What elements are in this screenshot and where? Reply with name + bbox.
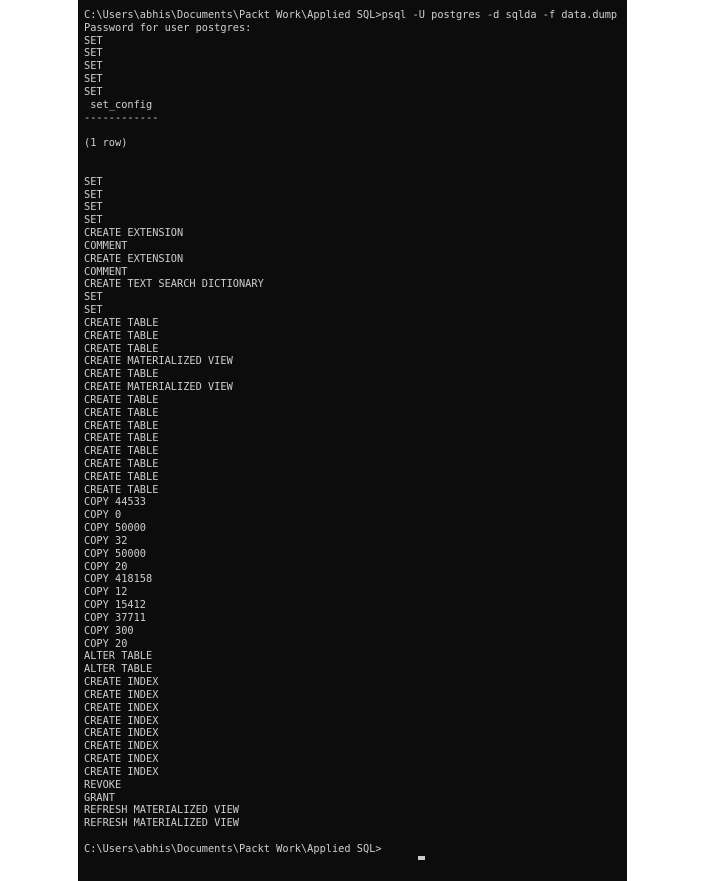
terminal-line: C:\Users\abhis\Documents\Packt Work\Appl… — [84, 842, 382, 855]
terminal-line: COMMENT — [84, 239, 128, 252]
terminal-line: SET — [84, 73, 103, 86]
terminal-line: COMMENT — [84, 265, 128, 278]
terminal-line: REVOKE — [84, 778, 122, 791]
terminal-line: SET — [84, 201, 103, 214]
terminal-line: SET — [84, 188, 103, 201]
terminal-line: SET — [84, 291, 103, 304]
terminal-cursor — [418, 856, 425, 860]
terminal-line: CREATE INDEX — [84, 753, 159, 766]
terminal-line: CREATE TEXT SEARCH DICTIONARY — [84, 278, 264, 291]
terminal-output: C:\Users\abhis\Documents\Packt Work\Appl… — [84, 9, 624, 856]
terminal-line: CREATE INDEX — [84, 688, 159, 701]
terminal-line: SET — [84, 175, 103, 188]
terminal-line: GRANT — [84, 791, 115, 804]
terminal-line: CREATE INDEX — [84, 740, 159, 753]
terminal-line: COPY 32 — [84, 534, 128, 547]
terminal-line: ------------ — [84, 111, 159, 124]
terminal-line: COPY 20 — [84, 560, 128, 573]
terminal-line: REFRESH MATERIALIZED VIEW — [84, 804, 239, 817]
terminal-line: COPY 50000 — [84, 522, 146, 535]
terminal-line: set_config — [84, 98, 153, 111]
terminal-line: CREATE TABLE — [84, 445, 159, 458]
terminal-line: CREATE INDEX — [84, 701, 159, 714]
terminal-line: CREATE INDEX — [84, 676, 159, 689]
terminal-line: ALTER TABLE — [84, 663, 153, 676]
terminal-line: COPY 418158 — [84, 573, 153, 586]
terminal-line: SET — [84, 60, 103, 73]
page-root: C:\Users\abhis\Documents\Packt Work\Appl… — [0, 0, 710, 881]
terminal-line: CREATE INDEX — [84, 727, 159, 740]
terminal-line: COPY 37711 — [84, 611, 146, 624]
terminal-line: CREATE EXTENSION — [84, 252, 184, 265]
terminal-line: COPY 20 — [84, 637, 128, 650]
terminal-line: CREATE TABLE — [84, 406, 159, 419]
terminal-line: Password for user postgres: — [84, 21, 252, 34]
terminal-line: CREATE TABLE — [84, 483, 159, 496]
terminal-line: COPY 15412 — [84, 599, 146, 612]
terminal-line: CREATE TABLE — [84, 368, 159, 381]
terminal-line: COPY 12 — [84, 586, 128, 599]
terminal-line: CREATE MATERIALIZED VIEW — [84, 355, 233, 368]
terminal-line: CREATE MATERIALIZED VIEW — [84, 381, 233, 394]
terminal-line: CREATE INDEX — [84, 765, 159, 778]
terminal-line: CREATE TABLE — [84, 457, 159, 470]
terminal-window[interactable]: C:\Users\abhis\Documents\Packt Work\Appl… — [78, 0, 627, 881]
terminal-line: CREATE INDEX — [84, 714, 159, 727]
terminal-line: CREATE EXTENSION — [84, 227, 184, 240]
terminal-line: CREATE TABLE — [84, 342, 159, 355]
terminal-line: C:\Users\abhis\Documents\Packt Work\Appl… — [84, 9, 618, 21]
terminal-line: COPY 50000 — [84, 547, 146, 560]
terminal-line: CREATE TABLE — [84, 470, 159, 483]
terminal-line: CREATE TABLE — [84, 329, 159, 342]
terminal-line: CREATE TABLE — [84, 393, 159, 406]
terminal-line: CREATE TABLE — [84, 316, 159, 329]
terminal-line: SET — [84, 304, 103, 317]
terminal-line: SET — [84, 34, 103, 47]
terminal-line: SET — [84, 47, 103, 60]
terminal-line: REFRESH MATERIALIZED VIEW — [84, 817, 239, 830]
terminal-line: SET — [84, 85, 103, 98]
terminal-line: COPY 0 — [84, 509, 122, 522]
terminal-line: ALTER TABLE — [84, 650, 153, 663]
terminal-line: CREATE TABLE — [84, 419, 159, 432]
terminal-line: COPY 44533 — [84, 496, 146, 509]
terminal-line: COPY 300 — [84, 624, 134, 637]
terminal-line: (1 row) — [84, 137, 128, 150]
terminal-line: CREATE TABLE — [84, 432, 159, 445]
terminal-line: SET — [84, 214, 103, 227]
